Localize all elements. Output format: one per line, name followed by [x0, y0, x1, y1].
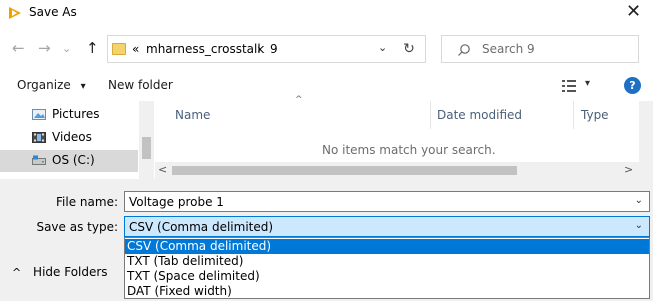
option-txt-space[interactable]: TXT (Space delimited) [125, 269, 649, 284]
file-list-vscrollbar[interactable] [639, 101, 653, 179]
file-name-field[interactable]: Voltage probe 1 ⌄ [124, 191, 650, 212]
breadcrumb-mharness-crosstalk[interactable]: mharness_crosstalk [146, 42, 264, 56]
search-input[interactable]: Search 9 [482, 42, 535, 56]
new-folder-button[interactable]: New folder [108, 78, 173, 92]
sidebar-scrollbar[interactable] [139, 101, 154, 179]
recent-locations-icon[interactable]: ⌄ [62, 39, 71, 59]
navigation-pane: Pictures Videos OS (C:) [0, 101, 154, 179]
breadcrumb-9[interactable]: 9 [270, 42, 278, 56]
folder-icon [112, 43, 126, 55]
hide-folders-label: Hide Folders [33, 265, 108, 279]
sidebar-item-label: Pictures [52, 107, 100, 121]
forward-arrow-icon[interactable]: → [38, 38, 51, 58]
view-options-icon[interactable] [562, 80, 576, 92]
navigation-bar: ← → ⌄ ↑ « mharness_crosstalk › 9 ⌄ ↻ Sea… [0, 32, 653, 66]
organize-button[interactable]: Organize ▾ [17, 78, 86, 92]
refresh-button[interactable]: ↻ [393, 35, 426, 63]
search-icon [458, 44, 470, 56]
close-icon[interactable]: ✕ [626, 2, 641, 22]
scroll-right-icon[interactable]: > [624, 163, 633, 176]
scroll-left-icon[interactable]: < [158, 163, 167, 176]
file-name-dropdown-icon[interactable]: ⌄ [635, 195, 643, 206]
save-as-type-label: Save as type: [36, 220, 118, 234]
toolbar: Organize ▾ New folder ▾ ? [0, 72, 653, 100]
search-box[interactable]: Search 9 [441, 35, 639, 63]
sidebar-item-label: OS (C:) [52, 153, 95, 167]
sidebar-scrollbar-thumb[interactable] [142, 137, 151, 159]
column-header-name[interactable]: Name [175, 108, 210, 122]
hide-folders-button[interactable]: ^ Hide Folders [12, 265, 108, 279]
app-icon [9, 7, 21, 19]
file-name-value: Voltage probe 1 [129, 195, 224, 209]
refresh-icon: ↻ [403, 41, 415, 57]
file-name-label: File name: [56, 195, 118, 209]
chevron-up-icon: ^ [12, 266, 22, 279]
file-list-hscrollbar[interactable]: < > [155, 162, 639, 179]
option-dat-fixed[interactable]: DAT (Fixed width) [125, 284, 649, 299]
help-icon[interactable]: ? [624, 77, 641, 94]
view-dropdown-icon[interactable]: ▾ [585, 78, 590, 89]
hscrollbar-thumb[interactable] [172, 166, 517, 175]
save-as-type-select[interactable]: CSV (Comma delimited) ⌄ [124, 216, 650, 237]
column-divider[interactable] [430, 101, 431, 129]
drive-icon [32, 155, 46, 165]
save-as-type-options: CSV (Comma delimited) TXT (Tab delimited… [124, 237, 650, 299]
back-arrow-icon[interactable]: ← [12, 38, 25, 58]
sort-caret-icon: ^ [295, 95, 303, 105]
pictures-icon [32, 109, 46, 120]
column-header-date-modified[interactable]: Date modified [437, 108, 522, 122]
sidebar-item-label: Videos [52, 130, 92, 144]
sidebar-item-pictures[interactable]: Pictures [0, 104, 138, 126]
videos-icon [32, 132, 46, 143]
save-as-type-dropdown-icon[interactable]: ⌄ [635, 220, 643, 231]
address-dropdown-icon[interactable]: ⌄ [378, 41, 387, 54]
path-overflow[interactable]: « [132, 42, 139, 56]
up-arrow-icon[interactable]: ↑ [86, 38, 99, 58]
organize-label: Organize [17, 78, 71, 92]
organize-caret-icon: ▾ [80, 81, 86, 92]
sidebar-item-videos[interactable]: Videos [0, 127, 138, 149]
breadcrumb-separator[interactable]: › [257, 42, 262, 56]
sidebar-item-os-c[interactable]: OS (C:) [0, 150, 138, 172]
title-bar: Save As ✕ [0, 0, 653, 30]
empty-message: No items match your search. [322, 143, 496, 157]
option-csv[interactable]: CSV (Comma delimited) [125, 239, 649, 254]
option-txt-tab[interactable]: TXT (Tab delimited) [125, 254, 649, 269]
column-header-type[interactable]: Type [581, 108, 609, 122]
window-title: Save As [29, 5, 77, 19]
column-divider[interactable] [573, 101, 574, 129]
save-as-type-value: CSV (Comma delimited) [129, 220, 274, 234]
address-bar[interactable]: « mharness_crosstalk › 9 ⌄ [107, 35, 426, 63]
